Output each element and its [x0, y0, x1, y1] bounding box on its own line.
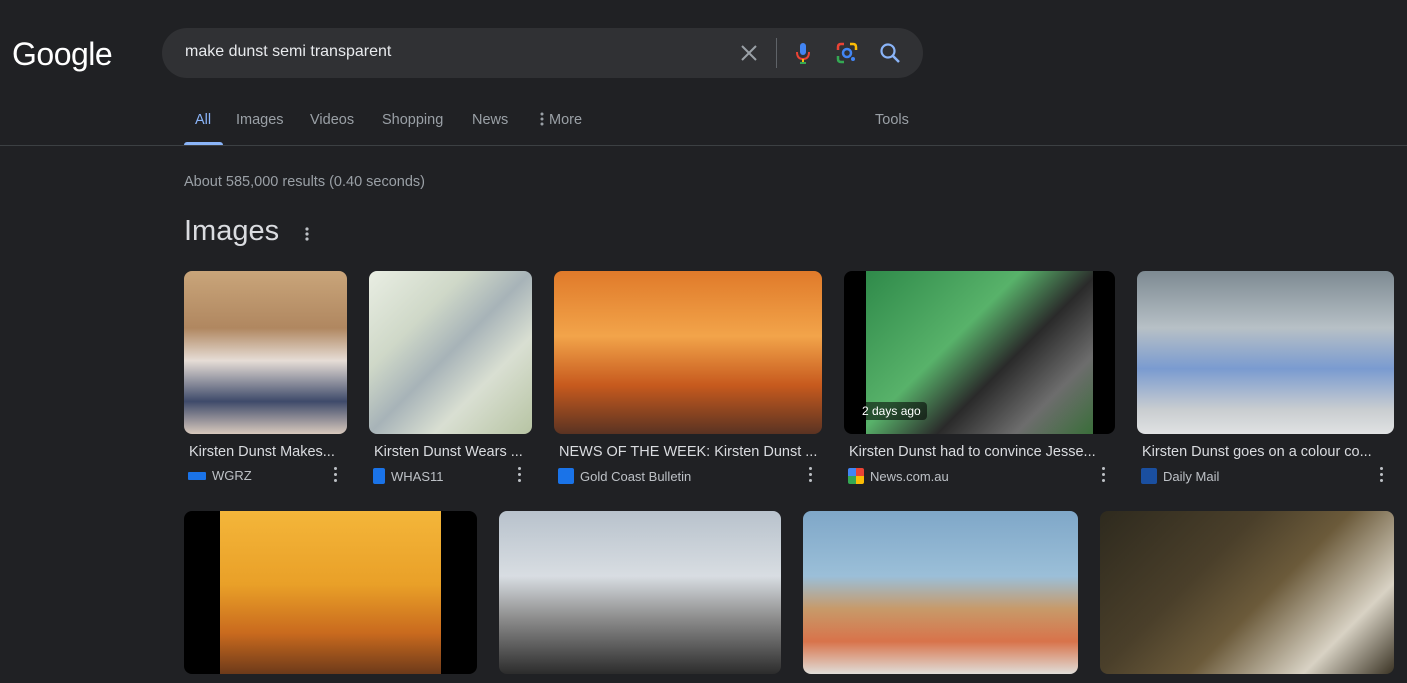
image-thumbnail[interactable]: [369, 271, 532, 434]
image-source[interactable]: News.com.au: [848, 468, 949, 484]
image-thumbnail[interactable]: [1137, 271, 1394, 434]
tab-all[interactable]: All: [195, 112, 211, 128]
search-input[interactable]: make dunst semi transparent: [185, 43, 391, 61]
image-source[interactable]: Daily Mail: [1141, 468, 1219, 484]
search-divider: [776, 38, 777, 68]
image-result-2[interactable]: Kirsten Dunst Wears ... WHAS11: [369, 271, 532, 491]
image-thumbnail[interactable]: [803, 511, 1078, 674]
tab-videos[interactable]: Videos: [310, 112, 354, 128]
lens-icon[interactable]: [835, 41, 859, 65]
search-icon[interactable]: [878, 41, 902, 65]
section-more-icon[interactable]: [300, 224, 314, 244]
wgrz-favicon: [188, 471, 206, 480]
image-result-7[interactable]: [499, 511, 781, 674]
image-thumbnail[interactable]: 2 days ago: [844, 271, 1115, 434]
image-thumbnail[interactable]: [499, 511, 781, 674]
image-caption[interactable]: Kirsten Dunst had to convince Jesse...: [849, 444, 1114, 460]
image-caption[interactable]: Kirsten Dunst goes on a colour co...: [1142, 444, 1392, 460]
image-source[interactable]: WHAS11: [373, 468, 444, 484]
gcb-favicon: [558, 468, 574, 484]
newscomau-favicon: [848, 468, 864, 484]
result-options-icon[interactable]: [807, 467, 813, 483]
image-thumbnail[interactable]: [1100, 511, 1394, 674]
image-caption[interactable]: Kirsten Dunst Wears ...: [374, 444, 531, 460]
tab-shopping[interactable]: Shopping: [382, 112, 443, 128]
image-result-1[interactable]: Kirsten Dunst Makes... WGRZ: [184, 271, 347, 491]
dailymail-favicon: [1141, 468, 1157, 484]
image-result-8[interactable]: [803, 511, 1078, 674]
image-thumbnail[interactable]: [184, 511, 477, 674]
source-label: News.com.au: [870, 468, 949, 484]
whas11-favicon: [373, 468, 385, 484]
image-result-6[interactable]: [184, 511, 477, 674]
image-source[interactable]: WGRZ: [188, 468, 252, 483]
source-label: WHAS11: [391, 468, 444, 484]
image-thumbnail[interactable]: [184, 271, 347, 434]
image-result-9[interactable]: [1100, 511, 1394, 674]
result-options-icon[interactable]: [516, 467, 522, 483]
result-stats: About 585,000 results (0.40 seconds): [184, 174, 426, 190]
result-options-icon[interactable]: [332, 467, 338, 483]
tools-button[interactable]: Tools: [875, 112, 909, 128]
search-box[interactable]: make dunst semi transparent: [162, 28, 923, 78]
search-results-page: Google make dunst semi transparent All I…: [0, 0, 1407, 683]
tab-more-label: More: [549, 112, 583, 128]
image-thumbnail[interactable]: [554, 271, 822, 434]
date-badge: 2 days ago: [856, 402, 927, 420]
image-result-3[interactable]: NEWS OF THE WEEK: Kirsten Dunst ... Gold…: [554, 271, 822, 491]
images-section-title: Images: [184, 215, 280, 247]
tab-news[interactable]: News: [472, 112, 508, 128]
result-options-icon[interactable]: [1100, 467, 1106, 483]
microphone-icon[interactable]: [791, 41, 815, 65]
more-dots-icon: [540, 112, 544, 126]
tab-images[interactable]: Images: [236, 112, 284, 128]
image-caption[interactable]: NEWS OF THE WEEK: Kirsten Dunst ...: [559, 444, 821, 460]
result-options-icon[interactable]: [1378, 467, 1384, 483]
image-source[interactable]: Gold Coast Bulletin: [558, 468, 691, 484]
clear-icon[interactable]: [737, 41, 761, 65]
source-label: WGRZ: [212, 468, 252, 483]
image-result-5[interactable]: Kirsten Dunst goes on a colour co... Dai…: [1137, 271, 1394, 491]
tabs-divider: [0, 145, 1407, 146]
image-caption[interactable]: Kirsten Dunst Makes...: [189, 444, 346, 460]
source-label: Daily Mail: [1163, 468, 1220, 484]
image-result-4[interactable]: 2 days ago Kirsten Dunst had to convince…: [844, 271, 1115, 491]
google-logo[interactable]: Google: [12, 36, 113, 73]
source-label: Gold Coast Bulletin: [580, 468, 692, 484]
tab-more[interactable]: More: [540, 112, 582, 128]
